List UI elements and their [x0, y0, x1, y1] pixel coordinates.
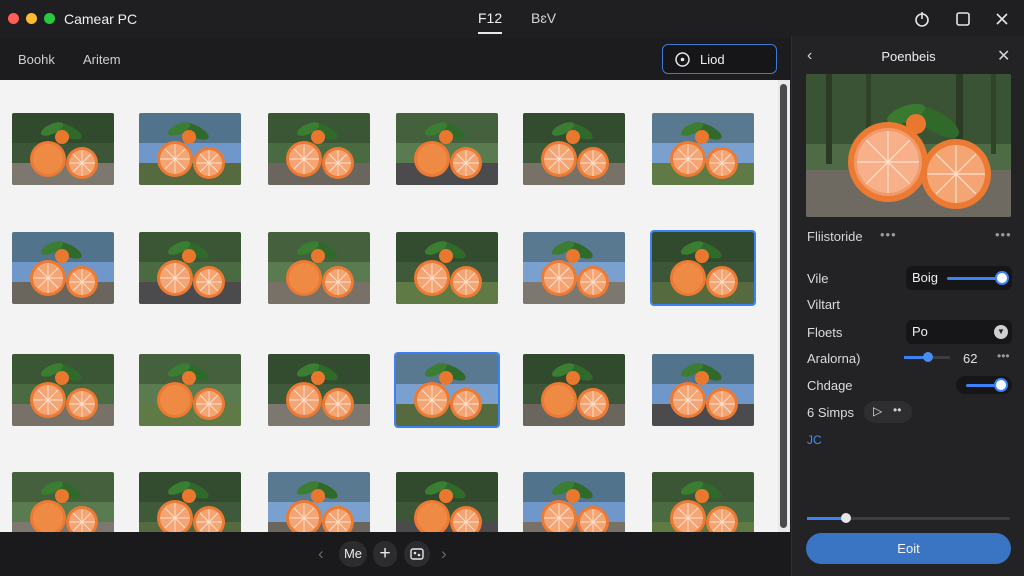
- zoom-slider[interactable]: [807, 513, 1010, 523]
- araloma-slider-knob[interactable]: [923, 352, 933, 362]
- photo-thumbnail[interactable]: [652, 113, 754, 185]
- photo-thumbnail[interactable]: [396, 113, 498, 185]
- photo-thumbnail[interactable]: [12, 472, 114, 532]
- photo-thumbnail[interactable]: [268, 354, 370, 426]
- power-icon[interactable]: [912, 9, 932, 29]
- photo-thumbnail[interactable]: [394, 352, 500, 428]
- floets-select[interactable]: Po ▼: [906, 320, 1012, 344]
- scrollbar-thumb[interactable]: [780, 84, 787, 528]
- vile-slider-knob[interactable]: [995, 271, 1009, 285]
- play-more-icon[interactable]: ••: [893, 403, 901, 417]
- photo-thumbnail[interactable]: [396, 232, 498, 304]
- photo-thumbnail[interactable]: [523, 232, 625, 304]
- photo-thumbnail[interactable]: [650, 230, 756, 306]
- photo-thumbnail[interactable]: [139, 113, 241, 185]
- viltart-label: Viltart: [807, 297, 840, 312]
- image-view-icon[interactable]: [404, 541, 430, 567]
- chdage-toggle-knob[interactable]: [994, 378, 1008, 392]
- minimize-window-button[interactable]: [26, 13, 37, 24]
- photo-thumbnail[interactable]: [268, 113, 370, 185]
- panel-title: Poenbeis: [881, 49, 936, 64]
- play-control[interactable]: ▷ ••: [864, 401, 912, 423]
- photo-thumbnail[interactable]: [523, 472, 625, 532]
- panel-close-icon[interactable]: ✕: [997, 46, 1010, 66]
- add-button[interactable]: +: [373, 541, 397, 567]
- floets-value: Po: [912, 324, 928, 339]
- play-icon[interactable]: ▷: [873, 404, 882, 418]
- vile-slider-field[interactable]: Boig: [906, 266, 1012, 290]
- close-window-button[interactable]: [8, 13, 19, 24]
- next-page-icon[interactable]: ›: [441, 544, 447, 564]
- photo-thumbnail[interactable]: [139, 354, 241, 426]
- photo-thumbnail[interactable]: [12, 354, 114, 426]
- chdage-toggle[interactable]: [956, 376, 1012, 394]
- photo-thumbnail[interactable]: [396, 472, 498, 532]
- araloma-value: 62: [963, 351, 978, 366]
- preview-image: [806, 74, 1011, 217]
- photo-thumbnail[interactable]: [12, 113, 114, 185]
- steps-label: 6 Simps: [807, 405, 854, 420]
- title-bar: Camear PC F12 BɛV: [0, 0, 1024, 38]
- tab-f12[interactable]: F12: [478, 10, 503, 34]
- app-title: Camear PC: [64, 11, 138, 27]
- tab-bv[interactable]: BɛV: [531, 10, 556, 26]
- photo-thumbnail[interactable]: [139, 472, 241, 532]
- image-grid: [0, 80, 778, 532]
- section-more-icon[interactable]: •••: [995, 227, 1012, 242]
- close-icon[interactable]: [992, 9, 1012, 29]
- photo-thumbnail[interactable]: [523, 354, 625, 426]
- photo-thumbnail[interactable]: [523, 113, 625, 185]
- load-button[interactable]: Liod: [662, 44, 777, 74]
- zoom-slider-fill: [807, 517, 845, 520]
- toolbar-link-aritem[interactable]: Aritem: [83, 52, 121, 67]
- jc-link[interactable]: JC: [807, 433, 822, 447]
- photo-thumbnail[interactable]: [268, 472, 370, 532]
- section-label: Fliistoride: [807, 229, 863, 244]
- photo-thumbnail[interactable]: [268, 232, 370, 304]
- vile-slider-track[interactable]: [947, 277, 1002, 280]
- window-restore-icon[interactable]: [953, 9, 973, 29]
- araloma-more-icon[interactable]: •••: [997, 349, 1010, 363]
- photo-thumbnail[interactable]: [652, 472, 754, 532]
- maximize-window-button[interactable]: [44, 13, 55, 24]
- floets-label: Floets: [807, 325, 843, 340]
- vile-value: Boig: [912, 270, 939, 285]
- toolbar: Boohk Aritem Liod: [0, 38, 790, 80]
- photo-thumbnail[interactable]: [12, 232, 114, 304]
- vile-label: Vile: [807, 271, 829, 286]
- araloma-label: Aralorna): [807, 351, 861, 366]
- toolbar-link-boohk[interactable]: Boohk: [18, 52, 55, 67]
- araloma-slider[interactable]: [904, 352, 950, 362]
- page-button[interactable]: Me: [339, 541, 367, 567]
- load-button-label: Liod: [700, 52, 725, 67]
- chevron-down-icon[interactable]: ▼: [994, 325, 1008, 339]
- more-options-icon[interactable]: •••: [880, 227, 897, 242]
- grid-scrollbar[interactable]: [778, 80, 790, 532]
- bottom-bar: ‹ Me + ›: [0, 532, 790, 576]
- photo-thumbnail[interactable]: [139, 232, 241, 304]
- load-icon: [674, 51, 691, 68]
- chdage-label: Chdage: [807, 378, 853, 393]
- properties-panel: ‹ Poenbeis ✕ Fliistoride ••• ••• Vile Bo…: [791, 36, 1024, 576]
- previous-page-icon[interactable]: ‹: [318, 544, 324, 564]
- edit-button[interactable]: Eoit: [806, 533, 1011, 564]
- chdage-toggle-track: [966, 384, 996, 387]
- photo-thumbnail[interactable]: [652, 354, 754, 426]
- zoom-slider-knob[interactable]: [841, 513, 851, 523]
